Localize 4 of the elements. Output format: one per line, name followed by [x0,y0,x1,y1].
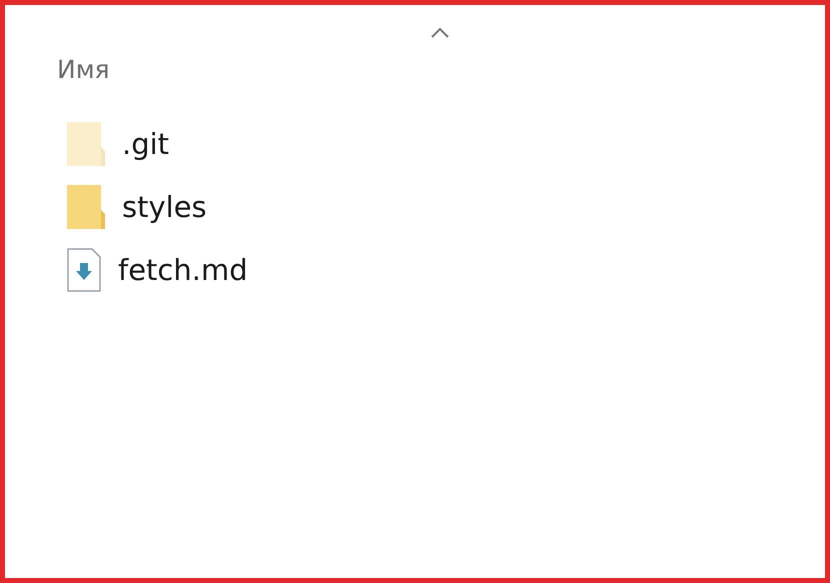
folder-name[interactable]: styles [122,190,207,224]
file-name[interactable]: fetch.md [118,253,248,287]
name-column-header[interactable]: Имя [57,55,110,84]
folder-name[interactable]: .git [122,127,170,161]
